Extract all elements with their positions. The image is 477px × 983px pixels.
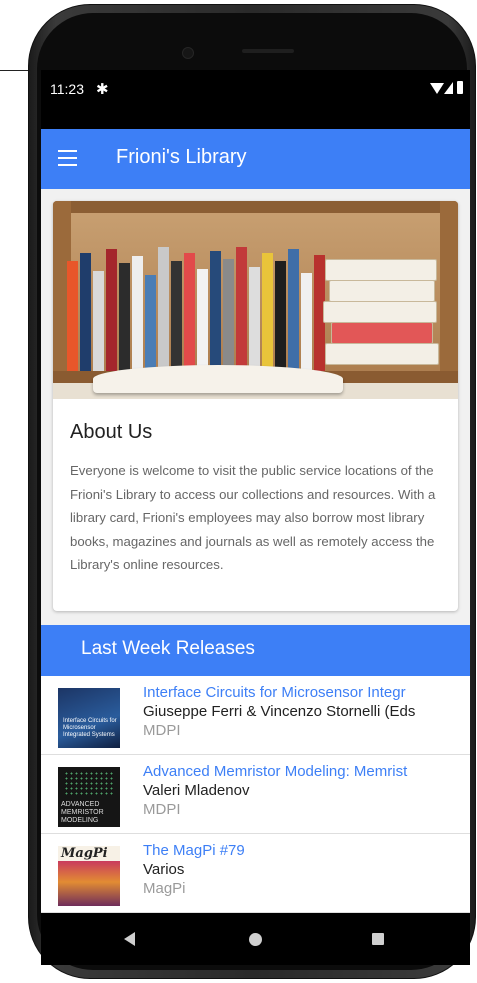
book-author: Varios (143, 861, 185, 878)
book-title: The MagPi #79 (143, 842, 245, 859)
status-time: 11:23 (50, 81, 84, 97)
battery-icon (457, 81, 463, 94)
releases-header: Last Week Releases (41, 625, 470, 676)
open-book (93, 365, 343, 393)
about-text: Everyone is welcome to visit the public … (70, 463, 436, 572)
book-author: Giuseppe Ferri & Vincenzo Stornelli (Eds (143, 703, 416, 720)
book-publisher: MDPI (143, 722, 181, 739)
bookshelf-image (53, 201, 458, 399)
book-title: Advanced Memristor Modeling: Memrist (143, 763, 408, 780)
phone-screen: 11:23 ✱ Frioni's Library About Us Everyo… (41, 70, 470, 913)
releases-list: Interface Circuits for Microsensor Integ… (41, 676, 470, 913)
releases-title: Last Week Releases (81, 638, 255, 659)
main-content[interactable]: About Us Everyone is welcome to visit th… (41, 189, 470, 913)
nav-home-icon[interactable] (249, 933, 262, 946)
book-cover: ADVANCED MEMRISTOR MODELING (58, 767, 120, 827)
wifi-icon (430, 83, 444, 94)
camera-icon (182, 47, 194, 59)
book-author: Valeri Mladenov (143, 782, 250, 799)
gear-icon: ✱ (96, 81, 109, 98)
book-cover: Interface Circuits for Microsensor Integ… (58, 688, 120, 748)
about-card: About Us Everyone is welcome to visit th… (53, 201, 458, 611)
about-title: About Us (70, 421, 153, 443)
speaker-grille (242, 49, 294, 53)
list-item[interactable]: ADVANCED MEMRISTOR MODELING Advanced Mem… (41, 755, 470, 834)
menu-icon[interactable] (58, 150, 77, 166)
list-item[interactable]: MagPi The MagPi #79 Varios MagPi (41, 834, 470, 913)
book-title: Interface Circuits for Microsensor Integ… (143, 684, 406, 701)
book-publisher: MDPI (143, 801, 181, 818)
list-item[interactable]: Interface Circuits for Microsensor Integ… (41, 676, 470, 755)
nav-back-icon[interactable] (124, 932, 135, 946)
app-title: Frioni's Library (116, 146, 247, 168)
app-bar: Frioni's Library (41, 129, 470, 189)
system-nav-bar (41, 913, 470, 965)
book-cover: MagPi (58, 846, 120, 906)
book-publisher: MagPi (143, 880, 186, 897)
nav-recents-icon[interactable] (372, 933, 384, 945)
signal-icon (444, 82, 453, 94)
status-bar: 11:23 ✱ (41, 70, 470, 129)
